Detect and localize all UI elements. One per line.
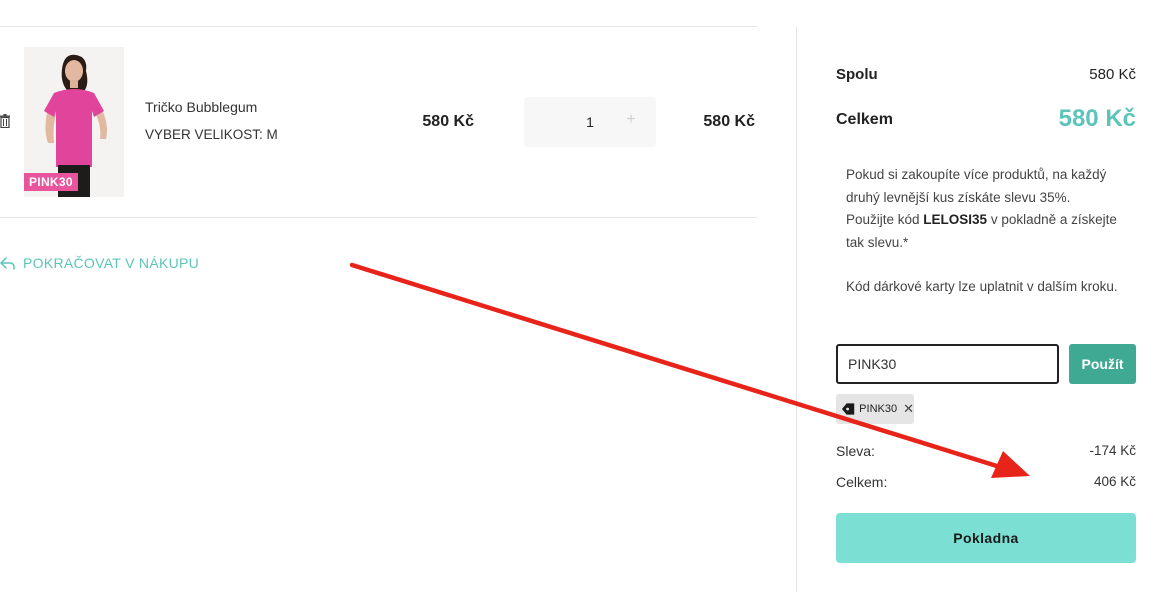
product-name[interactable]: Tričko Bubblegum [145, 99, 257, 115]
coupon-input[interactable] [836, 344, 1059, 384]
promo-text: Pokud si zakoupíte více produktů, na kaž… [846, 164, 1136, 299]
unit-price: 580 Kč [422, 113, 474, 130]
final-total-value: 406 Kč [1093, 474, 1136, 489]
discount-label: Sleva: [836, 443, 875, 459]
quantity-value[interactable]: 1 [580, 114, 600, 130]
total-value: 580 Kč [1058, 105, 1136, 132]
top-divider [0, 26, 757, 27]
apply-coupon-button[interactable]: Použít [1069, 344, 1136, 384]
product-badge: PINK30 [24, 173, 78, 191]
return-arrow-icon [0, 256, 15, 270]
continue-shopping-link[interactable]: POKRAČOVAT V NÁKUPU [0, 255, 199, 271]
product-size: VYBER VELIKOST: M [145, 127, 278, 142]
summary-divider [796, 26, 797, 592]
final-total-label: Celkem: [836, 474, 888, 490]
applied-coupon-tag: PINK30 ✕ [836, 394, 914, 424]
continue-shopping-label: POKRAČOVAT V NÁKUPU [23, 255, 200, 271]
product-image[interactable]: PINK30 [24, 47, 124, 197]
quantity-stepper[interactable]: 1 + [524, 97, 656, 147]
checkout-button[interactable]: Pokladna [836, 513, 1136, 563]
promo-line-1: Pokud si zakoupíte více produktů, na kaž… [846, 167, 1107, 205]
discount-value: -174 Kč [1089, 443, 1136, 458]
plus-icon[interactable]: + [624, 111, 638, 129]
promo-line-2: Použijte kód LELOSI35 v pokladně a získe… [846, 212, 1117, 250]
trash-icon[interactable] [0, 114, 10, 129]
total-label: Celkem [836, 111, 893, 128]
price-tag-icon [841, 403, 855, 415]
subtotal-label: Spolu [836, 66, 878, 83]
gift-card-note: Kód dárkové karty lze uplatnit v dalším … [846, 279, 1118, 294]
promo-code: LELOSI35 [923, 212, 988, 227]
subtotal-value: 580 Kč [1089, 66, 1136, 83]
applied-coupon-code: PINK30 [859, 403, 898, 415]
row-divider [0, 217, 757, 218]
line-total: 580 Kč [703, 113, 755, 130]
close-icon[interactable]: ✕ [903, 401, 914, 417]
